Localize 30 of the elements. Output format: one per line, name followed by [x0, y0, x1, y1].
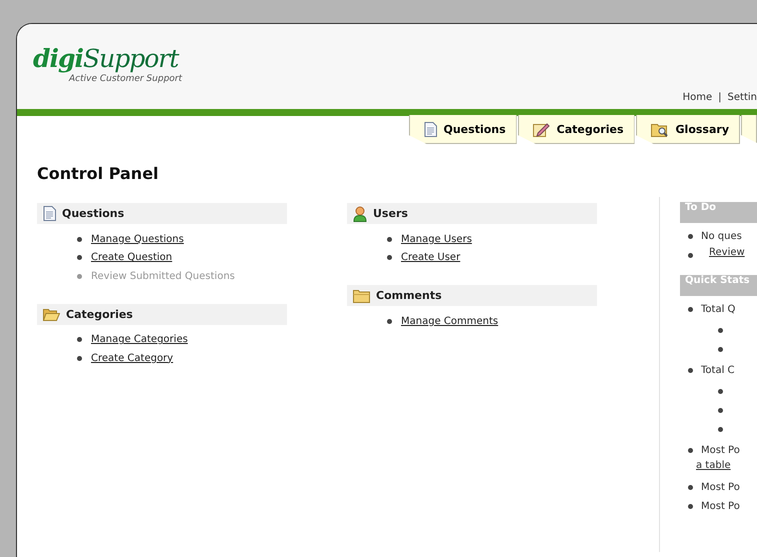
box-header: Quick Stats: [680, 275, 757, 296]
link[interactable]: Create Category: [91, 352, 174, 364]
stat-text: Total Q: [701, 304, 736, 315]
stat-text: Total C: [701, 365, 735, 376]
section-title: Comments: [376, 289, 442, 302]
logo-tagline: Active Customer Support: [69, 74, 182, 84]
box-header: To Do: [680, 202, 757, 223]
section-title: Questions: [62, 207, 124, 220]
link[interactable]: Manage Categories: [91, 334, 188, 346]
nav-link[interactable]: Settin: [728, 92, 757, 103]
stat-text: No ques: [701, 231, 742, 242]
link[interactable]: Manage Comments: [401, 316, 498, 327]
nav-separator: |: [718, 92, 722, 103]
link[interactable]: Create Question: [91, 252, 172, 264]
link[interactable]: a table: [696, 460, 731, 478]
link[interactable]: Manage Users: [401, 234, 472, 245]
link[interactable]: Create User: [401, 252, 460, 264]
stat-text: Most Po: [701, 482, 740, 493]
link[interactable]: Manage Questions: [91, 234, 184, 245]
tab[interactable]: Categories: [518, 115, 635, 144]
tab[interactable]: Questions: [408, 115, 517, 144]
nav-link[interactable]: Home: [682, 92, 712, 103]
link[interactable]: Review: [709, 246, 745, 264]
section-title: Users: [373, 207, 408, 220]
section-title: Categories: [66, 308, 133, 320]
stat-text: Most Po: [701, 445, 740, 456]
tab[interactable]: Glossary: [636, 115, 740, 144]
logo-text: digiSupport: [33, 44, 180, 74]
stat-text: Most Po: [701, 501, 740, 512]
page-title: Control Panel: [37, 164, 160, 183]
